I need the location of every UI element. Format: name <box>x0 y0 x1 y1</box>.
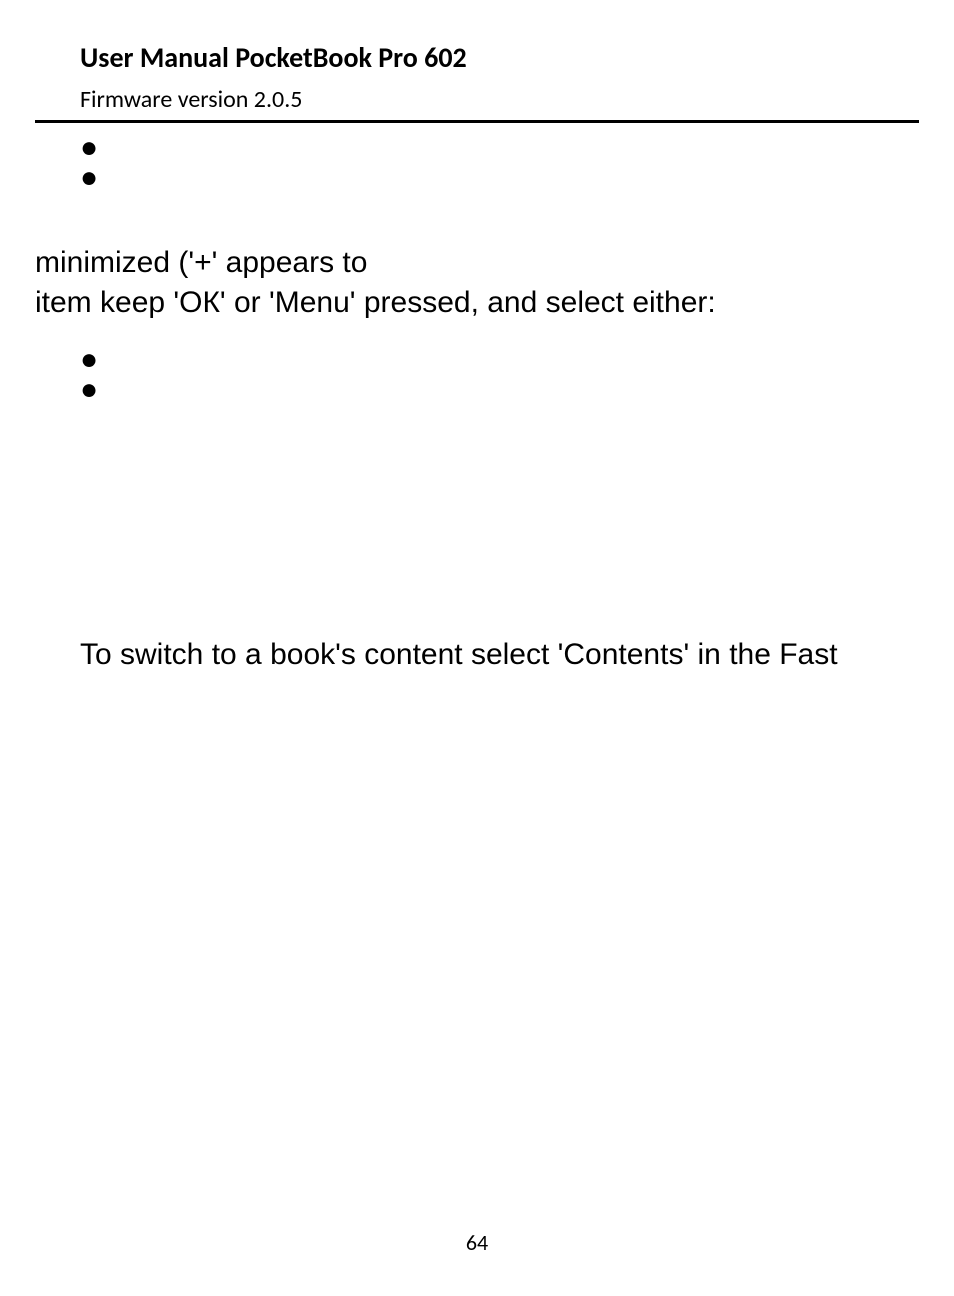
page-number: 64 <box>0 1229 954 1256</box>
manual-title: User Manual PocketBook Pro 602 <box>80 40 919 75</box>
bullet-item: ● <box>80 163 919 193</box>
bullet-list-1: ● ● <box>80 133 919 193</box>
bullet-item: ● <box>80 345 919 375</box>
text-line: minimized ('+' appears to <box>35 246 367 279</box>
paragraph-contents: To switch to a book's content select 'Co… <box>80 635 919 675</box>
bullet-list-2: ● ● <box>80 345 919 405</box>
bullet-item: ● <box>80 133 919 163</box>
header-divider <box>35 120 919 123</box>
bullet-item: ● <box>80 375 919 405</box>
paragraph-minimized: minimized ('+' appears to item keep 'ОК'… <box>35 243 919 323</box>
document-page: User Manual PocketBook Pro 602 Firmware … <box>0 0 954 1296</box>
text-line: item keep 'ОК' or 'Menu' pressed, and se… <box>35 286 716 319</box>
firmware-version: Firmware version 2.0.5 <box>80 85 919 114</box>
